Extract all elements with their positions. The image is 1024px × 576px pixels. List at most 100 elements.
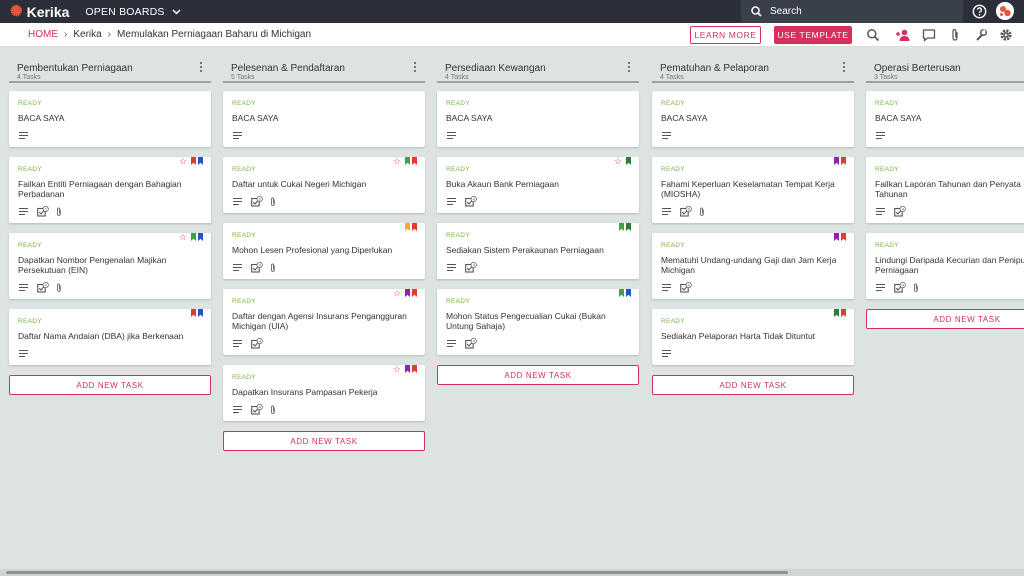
column-menu-icon[interactable] (413, 62, 417, 74)
add-person-icon[interactable] (895, 28, 911, 42)
task-title: Daftar untuk Cukai Negeri Michigan (232, 179, 367, 189)
color-tag-flag-icon (412, 157, 417, 165)
task-card[interactable]: READY BACA SAYA (437, 91, 639, 147)
task-card[interactable]: READY Mematuhi Undang-undang Gaji dan Jam… (652, 233, 854, 299)
color-tag-flag-icon (405, 365, 410, 373)
task-checklist-icon: 4 (251, 262, 263, 273)
board-column: Pembentukan Perniagaan 4 Tasks READY BACA S… (9, 55, 211, 395)
wrench-icon[interactable] (974, 28, 988, 42)
learn-more-button[interactable]: LEARN MORE (690, 26, 761, 44)
breadcrumb-item[interactable]: Kerika (73, 29, 101, 40)
task-card[interactable]: READY Mohon Status Pengecualian Cukai (Bu… (437, 289, 639, 355)
breadcrumb-home[interactable]: HOME (28, 29, 58, 40)
attachment-icon (57, 283, 61, 292)
search-icon[interactable] (866, 28, 880, 42)
task-card[interactable]: READY BACA SAYA (652, 91, 854, 147)
attachment-icon (271, 263, 275, 272)
task-card[interactable]: READY Mohon Lesen Profesional yang Diperl… (223, 223, 425, 279)
description-icon (19, 284, 28, 292)
task-card[interactable]: READY BACA SAYA (223, 91, 425, 147)
column-task-count: 4 Tasks (17, 74, 41, 81)
column-title[interactable]: Operasi Berterusan (874, 63, 961, 74)
column-title[interactable]: Pematuhan & Pelaporan (660, 63, 769, 74)
task-title: Dapatkan Insurans Pampasan Pekerja (232, 387, 378, 397)
task-status: READY (232, 100, 256, 107)
color-tag-flag-icon (626, 223, 631, 231)
gear-icon[interactable] (999, 28, 1013, 42)
card-tags: ☆ (393, 289, 417, 298)
attachment-icon (271, 197, 275, 206)
task-checklist-icon: 4 (680, 282, 692, 293)
chat-icon[interactable] (922, 28, 936, 42)
app-name: Kerika (26, 3, 70, 20)
breadcrumb-chevron-icon: › (64, 29, 68, 40)
search-box[interactable]: Search (741, 0, 963, 23)
task-title: Buka Akaun Bank Perniagaan (446, 179, 559, 189)
task-checklist-icon: 4 (680, 206, 692, 217)
description-icon (876, 284, 885, 292)
column-task-count: 5 Tasks (231, 74, 255, 81)
star-icon[interactable]: ☆ (179, 157, 187, 166)
task-title: Lindungi Daripada Kecurian dan Penipuan … (875, 255, 1024, 275)
attachment-icon[interactable] (948, 28, 962, 42)
task-card[interactable]: READY BACA SAYA (9, 91, 211, 147)
column-title[interactable]: Pembentukan Perniagaan (17, 63, 133, 74)
task-card[interactable]: READY Sediakan Sistem Perakaunan Perniaga… (437, 223, 639, 279)
task-card[interactable]: READY Daftar dengan Agensi Insurans Penga… (223, 289, 425, 355)
task-checklist-icon: 4 (251, 338, 263, 349)
card-tags (832, 309, 846, 317)
column-title[interactable]: Persediaan Kewangan (445, 63, 546, 74)
color-tag-flag-icon (405, 157, 410, 165)
task-card[interactable]: READY Lindungi Daripada Kecurian dan Peni… (866, 233, 1024, 299)
star-icon[interactable]: ☆ (393, 365, 401, 374)
description-icon (233, 264, 242, 272)
task-status: READY (18, 318, 42, 325)
card-tags (617, 289, 631, 297)
column-menu-icon[interactable] (842, 62, 846, 74)
description-icon (662, 284, 671, 292)
task-card[interactable]: READY Buka Akaun Bank Perniagaan 4 ☆ (437, 157, 639, 213)
task-card[interactable]: READY Dapatkan Insurans Pampasan Pekerja 4… (223, 365, 425, 421)
task-card[interactable]: READY Daftar Nama Andaian (DBA) jika Berk… (9, 309, 211, 365)
task-checklist-icon: 4 (37, 282, 49, 293)
add-new-task-button[interactable]: ADD NEW TASK (866, 309, 1024, 329)
task-card[interactable]: READY Failkan Entiti Perniagaan dengan Ba… (9, 157, 211, 223)
help-icon[interactable] (972, 4, 987, 19)
description-icon (19, 132, 28, 140)
task-card[interactable]: READY Failkan Laporan Tahunan dan Penyata… (866, 157, 1024, 223)
add-new-task-button[interactable]: ADD NEW TASK (652, 375, 854, 395)
task-status: READY (232, 166, 256, 173)
task-status: READY (446, 298, 470, 305)
color-tag-flag-icon (191, 157, 196, 165)
task-status: READY (661, 166, 685, 173)
star-icon[interactable]: ☆ (179, 233, 187, 242)
description-icon (662, 132, 671, 140)
task-card[interactable]: READY Sediakan Pelaporan Harta Tidak Ditu… (652, 309, 854, 365)
card-tags (617, 223, 631, 231)
column-menu-icon[interactable] (199, 62, 203, 74)
add-new-task-button[interactable]: ADD NEW TASK (437, 365, 639, 385)
card-tags: ☆ (393, 157, 417, 166)
add-new-task-button[interactable]: ADD NEW TASK (223, 431, 425, 451)
star-icon[interactable]: ☆ (393, 289, 401, 298)
task-status: READY (232, 298, 256, 305)
color-tag-flag-icon (412, 365, 417, 373)
use-template-button[interactable]: USE TEMPLATE (774, 26, 852, 44)
column-title[interactable]: Pelesenan & Pendaftaran (231, 63, 345, 74)
star-icon[interactable]: ☆ (614, 157, 622, 166)
color-tag-flag-icon (841, 233, 846, 241)
color-tag-flag-icon (626, 157, 631, 165)
task-card[interactable]: READY Fahami Keperluan Keselamatan Tempat… (652, 157, 854, 223)
column-menu-icon[interactable] (627, 62, 631, 74)
user-avatar[interactable] (996, 2, 1014, 20)
task-card[interactable]: READY Dapatkan Nombor Pengenalan Majikan … (9, 233, 211, 299)
open-boards-menu[interactable]: OPEN BOARDS (85, 6, 181, 18)
horizontal-scrollbar-thumb[interactable] (6, 571, 788, 574)
kerika-logo[interactable]: ✺ Kerika (10, 4, 69, 20)
task-card[interactable]: READY BACA SAYA (866, 91, 1024, 147)
task-card[interactable]: READY Daftar untuk Cukai Negeri Michigan 5… (223, 157, 425, 213)
star-icon[interactable]: ☆ (393, 157, 401, 166)
task-status: READY (232, 232, 256, 239)
add-new-task-button[interactable]: ADD NEW TASK (9, 375, 211, 395)
task-checklist-icon: 4 (465, 262, 477, 273)
